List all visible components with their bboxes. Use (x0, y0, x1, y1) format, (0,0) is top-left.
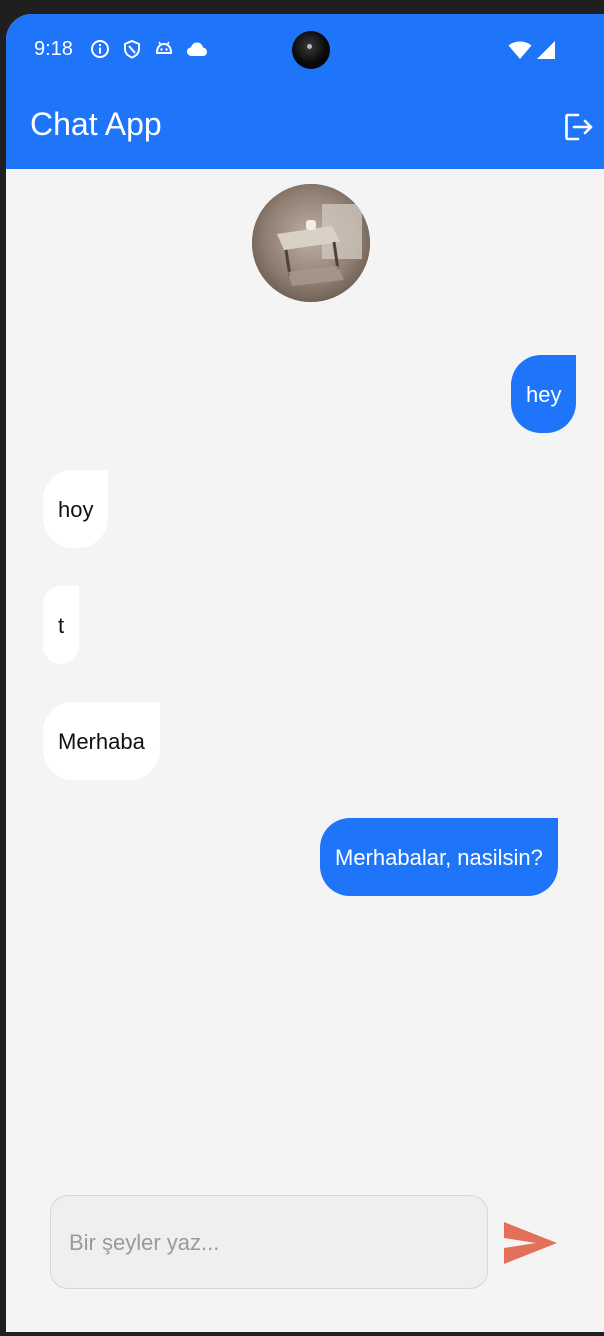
message-bubble-sent[interactable]: hey (511, 355, 577, 433)
message-text: hoy (58, 497, 94, 522)
front-camera (292, 31, 330, 69)
app-bar: Chat App (6, 84, 604, 169)
app-title: Chat App (30, 106, 162, 142)
message-text: Merhabalar, nasilsin? (335, 845, 543, 870)
status-icons-left (90, 39, 208, 59)
phone-screen: 9:18 Chat App hey hoy t Merhaba Merhabal… (6, 14, 604, 1332)
profile-avatar[interactable] (252, 184, 370, 302)
android-icon (155, 41, 173, 54)
message-text: hey (526, 382, 562, 407)
signal-icon (537, 41, 555, 59)
logout-icon (565, 113, 593, 141)
message-bubble-received[interactable]: hoy (43, 470, 109, 548)
message-input-container[interactable] (50, 1195, 488, 1290)
profile-photo (252, 184, 370, 302)
send-icon (504, 1222, 557, 1264)
logout-button[interactable] (562, 110, 596, 144)
message-text: t (58, 613, 65, 638)
message-input[interactable] (67, 1196, 471, 1290)
status-bar: 9:18 (6, 14, 604, 84)
cloud-icon (187, 42, 207, 56)
status-time: 9:18 (34, 38, 73, 60)
send-button[interactable] (502, 1218, 560, 1268)
message-bubble-received[interactable]: t (43, 586, 80, 664)
shield-icon (124, 39, 140, 59)
status-icons-right (508, 40, 556, 60)
info-icon (91, 40, 109, 58)
message-text: Merhaba (58, 729, 145, 754)
message-bubble-received[interactable]: Merhaba (43, 702, 160, 780)
message-bubble-sent[interactable]: Merhabalar, nasilsin? (320, 818, 558, 896)
wifi-icon (508, 41, 532, 59)
